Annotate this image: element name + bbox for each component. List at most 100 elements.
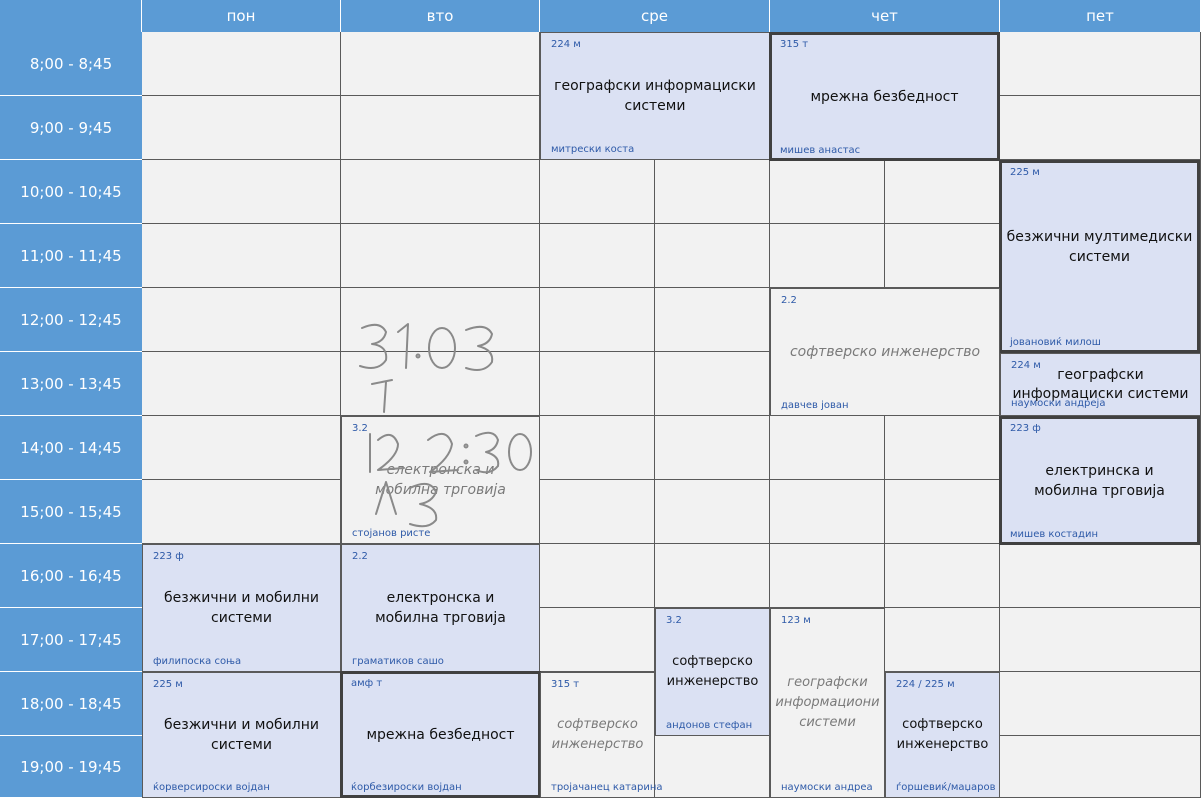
empty-slot[interactable]	[885, 224, 1000, 288]
event-room: 123 м	[781, 615, 811, 626]
empty-slot[interactable]	[770, 416, 885, 480]
event-room: 315 т	[780, 39, 809, 50]
event-title: мрежна безбедност	[810, 88, 959, 105]
event-room: 224 м	[551, 39, 581, 50]
empty-slot[interactable]	[341, 224, 540, 288]
empty-slot[interactable]	[770, 544, 885, 608]
event-title: географски информациони системи	[775, 675, 880, 730]
empty-slot[interactable]	[540, 544, 655, 608]
event-room: 2.2	[352, 551, 368, 562]
empty-slot[interactable]	[885, 544, 1000, 608]
empty-slot[interactable]	[341, 288, 540, 352]
empty-slot[interactable]	[540, 416, 655, 480]
empty-slot[interactable]	[655, 160, 770, 224]
event-card[interactable]: 225 м безжични мултимедиски системи јова…	[999, 160, 1200, 353]
event-title: софтверско инженерство	[789, 344, 981, 360]
event-card[interactable]: амф т мрежна безбедност ќорбезироски вој…	[340, 671, 541, 798]
event-card[interactable]: 315 т мрежна безбедност мишев анастас	[769, 32, 1000, 161]
empty-slot[interactable]	[655, 288, 770, 352]
event-room: 225 м	[153, 679, 183, 690]
empty-slot[interactable]	[142, 160, 341, 224]
empty-slot[interactable]	[885, 608, 1000, 672]
empty-slot[interactable]	[655, 352, 770, 416]
empty-slot[interactable]	[142, 288, 341, 352]
event-teacher: ѓоршевиќ/маџаров	[896, 782, 996, 793]
empty-slot[interactable]	[540, 480, 655, 544]
event-room: 223 ф	[1010, 423, 1041, 434]
event-card[interactable]: 123 м географски информациони системи на…	[770, 608, 885, 798]
empty-slot[interactable]	[770, 480, 885, 544]
empty-slot[interactable]	[341, 32, 540, 96]
empty-slot[interactable]	[770, 224, 885, 288]
empty-slot[interactable]	[142, 32, 341, 96]
event-teacher: мишев костадин	[1010, 529, 1098, 540]
empty-slot[interactable]	[341, 352, 540, 416]
empty-slot[interactable]	[142, 352, 341, 416]
empty-slot[interactable]	[885, 416, 1000, 480]
event-teacher: давчев јован	[781, 400, 849, 411]
event-card[interactable]: 224 м географски информациски системи на…	[1000, 353, 1201, 416]
event-card[interactable]: 2.2 софтверско инженерство давчев јован	[770, 288, 1000, 416]
empty-slot[interactable]	[1000, 544, 1201, 608]
event-teacher: тројачанец катарина	[551, 782, 663, 793]
event-card[interactable]: 224 м географски информациски системи ми…	[540, 32, 770, 160]
empty-slot[interactable]	[142, 480, 341, 544]
time-slot: 19;00 - 19;45	[0, 736, 142, 798]
event-card[interactable]: 3.2 софтверско инженерство андонов стефа…	[655, 608, 770, 736]
event-card[interactable]: 225 м безжични и мобилни системи ќорверс…	[142, 672, 341, 798]
empty-slot[interactable]	[885, 160, 1000, 224]
time-slot: 13;00 - 13;45	[0, 352, 142, 416]
event-card[interactable]: 224 / 225 м софтверско инженерство ѓорше…	[885, 672, 1000, 798]
event-room: 3.2	[666, 615, 682, 626]
event-card[interactable]: 315 т софтверско инженерство тројачанец …	[540, 672, 663, 798]
day-header-wed: сре	[540, 0, 770, 32]
empty-slot[interactable]	[341, 160, 540, 224]
empty-slot[interactable]	[540, 352, 655, 416]
time-slot: 10;00 - 10;45	[0, 160, 142, 224]
event-teacher: наумоски андреа	[781, 782, 873, 793]
empty-slot[interactable]	[540, 608, 655, 672]
empty-slot[interactable]	[655, 736, 770, 798]
event-title: електронска и мобилна трговија	[375, 462, 506, 498]
event-teacher: митрески коста	[551, 144, 635, 155]
empty-slot[interactable]	[142, 96, 341, 160]
event-title: безжични мултимедиски системи	[1006, 228, 1193, 265]
day-header-mon: пон	[142, 0, 341, 32]
event-teacher: наумоски андреја	[1011, 398, 1106, 409]
empty-slot[interactable]	[1000, 608, 1201, 672]
event-card[interactable]: 223 ф електринска и мобилна трговија миш…	[999, 416, 1200, 545]
time-slot: 11;00 - 11;45	[0, 224, 142, 288]
time-slot: 16;00 - 16;45	[0, 544, 142, 608]
empty-slot[interactable]	[770, 160, 885, 224]
empty-slot[interactable]	[655, 224, 770, 288]
event-teacher: мишев анастас	[780, 145, 861, 156]
event-card[interactable]: 2.2 електронска и мобилна трговија грама…	[341, 544, 540, 672]
empty-slot[interactable]	[1000, 32, 1201, 96]
event-title: мрежна безбедност	[366, 726, 515, 743]
empty-slot[interactable]	[540, 224, 655, 288]
empty-slot[interactable]	[341, 96, 540, 160]
empty-slot[interactable]	[540, 288, 655, 352]
schedule-grid: пон вто сре чет пет 8;00 - 8;45 9;00 - 9…	[0, 0, 1201, 798]
empty-slot[interactable]	[655, 416, 770, 480]
event-teacher: ќорверсироски војдан	[153, 782, 270, 793]
empty-slot[interactable]	[1000, 672, 1201, 736]
empty-slot[interactable]	[1000, 736, 1201, 798]
event-card[interactable]: 3.2 електронска и мобилна трговија стоја…	[341, 416, 540, 544]
empty-slot[interactable]	[142, 416, 341, 480]
event-room: 225 м	[1010, 167, 1040, 178]
empty-slot[interactable]	[885, 480, 1000, 544]
empty-slot[interactable]	[142, 224, 341, 288]
empty-slot[interactable]	[1000, 96, 1201, 160]
time-slot: 8;00 - 8;45	[0, 32, 142, 96]
empty-slot[interactable]	[540, 160, 655, 224]
event-teacher: стојанов ристе	[352, 528, 431, 539]
event-title: безжични и мобилни системи	[164, 717, 319, 753]
empty-slot[interactable]	[655, 544, 770, 608]
time-slot: 12;00 - 12;45	[0, 288, 142, 352]
time-slot: 15;00 - 15;45	[0, 480, 142, 544]
event-card[interactable]: 223 ф безжични и мобилни системи филипос…	[142, 544, 341, 672]
event-title: софтверско инженерство	[551, 717, 644, 752]
day-header-tue: вто	[341, 0, 540, 32]
empty-slot[interactable]	[655, 480, 770, 544]
